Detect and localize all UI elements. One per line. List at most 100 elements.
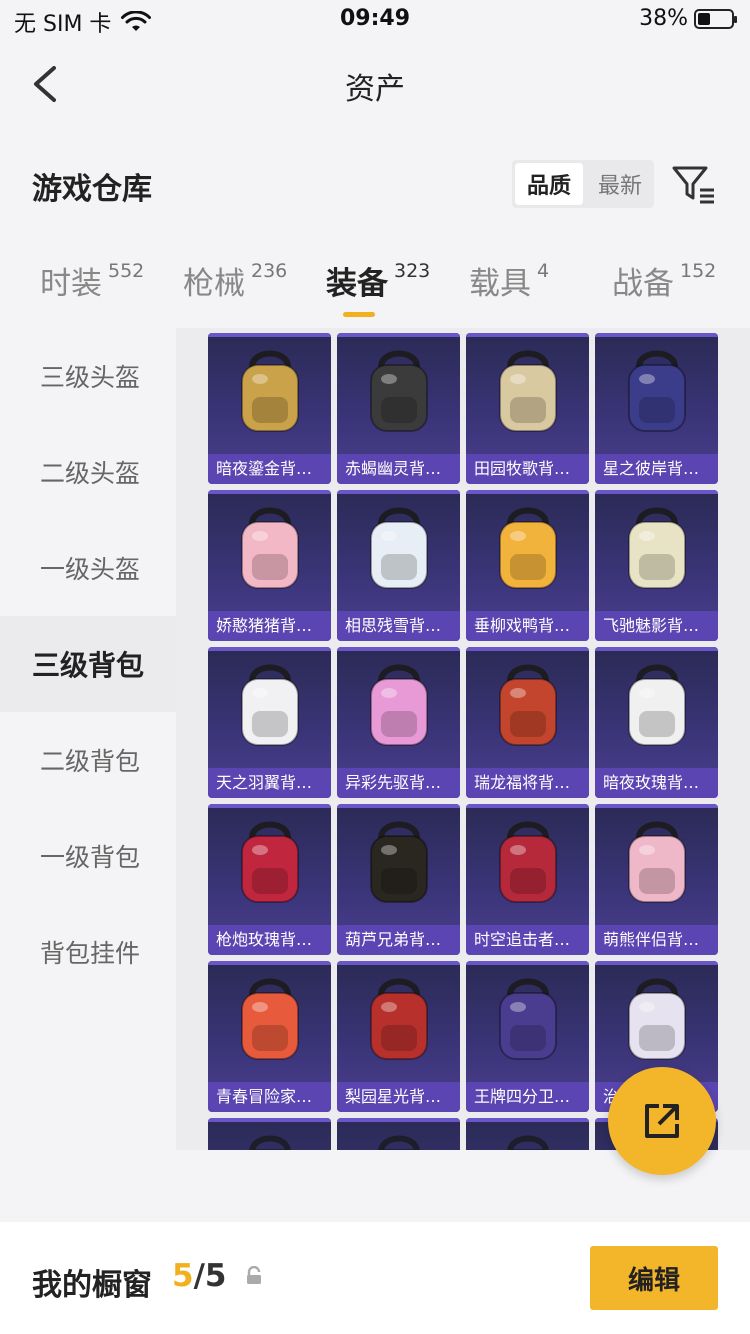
item-image [486,816,570,916]
card-accent [595,333,718,337]
tab-count: 236 [251,260,288,282]
item-image [357,1130,441,1150]
item-name: 瑞龙福将背… [466,768,589,798]
sort-quality-button[interactable]: 品质 [515,163,583,205]
item-name: 时空追击者… [466,925,589,955]
share-button[interactable] [608,1067,716,1175]
status-time: 09:49 [339,6,411,31]
battery-fill [698,12,711,25]
card-accent [595,490,718,494]
backpack-icon [369,821,428,903]
card-accent [466,1118,589,1122]
tab-label: 时装 [40,266,102,302]
item-card[interactable]: 异彩先驱背… [337,647,460,798]
backpack-icon [240,821,299,903]
sidebar-item-backpack-charm[interactable]: 背包挂件 [0,904,176,1000]
tab-vehicles[interactable]: 载具 4 [469,258,549,303]
item-grid-container: 暗夜鎏金背… 赤蝎幽灵背… 田园牧歌背… 星之彼岸背… 娇憨猪猪背… 相思残雪背… 垂柳戏鸭… [176,328,750,1150]
item-card[interactable]: 青春冒险家… [208,961,331,1112]
item-card[interactable]: 赤蝎幽灵背… [337,333,460,484]
item-card[interactable]: 飞驰魅影背… [595,490,718,641]
item-image [357,816,441,916]
item-card[interactable]: 暗夜玫瑰背… [595,647,718,798]
showcase-count: 5/5 [172,1258,226,1294]
sidebar-item-level1-backpack[interactable]: 一级背包 [0,808,176,904]
item-card[interactable] [208,1118,331,1150]
item-card[interactable]: 梨园星光背… [337,961,460,1112]
item-card[interactable]: 娇憨猪猪背… [208,490,331,641]
backpack-icon [240,978,299,1060]
item-card[interactable] [466,1118,589,1150]
item-card[interactable]: 葫芦兄弟背… [337,804,460,955]
item-image [615,345,699,445]
item-image [228,502,312,602]
item-card[interactable]: 瑞龙福将背… [466,647,589,798]
sidebar-item-level3-backpack[interactable]: 三级背包 [0,616,176,712]
item-card[interactable]: 萌熊伴侣背… [595,804,718,955]
tab-label: 枪械 [183,266,245,302]
item-image [615,502,699,602]
item-image [357,502,441,602]
item-card[interactable]: 田园牧歌背… [466,333,589,484]
tab-fashion[interactable]: 时装 552 [40,258,144,303]
status-right: 38% [639,6,737,31]
card-accent [595,961,718,965]
item-card[interactable]: 垂柳戏鸭背… [466,490,589,641]
filter-button[interactable] [670,160,718,208]
edit-button[interactable]: 编辑 [590,1246,718,1310]
item-name: 飞驰魅影背… [595,611,718,641]
sidebar-item-level2-backpack[interactable]: 二级背包 [0,712,176,808]
item-image [486,1130,570,1150]
item-card[interactable]: 暗夜鎏金背… [208,333,331,484]
item-image [228,816,312,916]
item-card[interactable]: 枪炮玫瑰背… [208,804,331,955]
nav-bar: 资产 [0,50,750,120]
sidebar-item-level1-helmet[interactable]: 一级头盔 [0,520,176,616]
card-accent [208,490,331,494]
item-name: 枪炮玫瑰背… [208,925,331,955]
lock-icon [247,1266,261,1284]
showcase-current: 5 [172,1258,194,1294]
tab-firearms[interactable]: 枪械 236 [183,258,287,303]
item-image [486,659,570,759]
item-name: 娇憨猪猪背… [208,611,331,641]
tab-supplies[interactable]: 战备 152 [612,258,716,303]
card-accent [466,490,589,494]
card-accent [337,961,460,965]
item-name: 萌熊伴侣背… [595,925,718,955]
category-tabs: 时装 552 枪械 236 装备 323 载具 4 战备 152 [0,258,750,318]
tab-count: 323 [394,260,431,282]
sort-latest-button[interactable]: 最新 [586,160,654,208]
item-card[interactable]: 天之羽翼背… [208,647,331,798]
item-name: 垂柳戏鸭背… [466,611,589,641]
backpack-icon [240,664,299,746]
item-image [615,973,699,1073]
card-accent [337,804,460,808]
status-bar: 无 SIM 卡 09:49 38% [0,0,750,40]
sidebar-item-level2-helmet[interactable]: 二级头盔 [0,424,176,520]
backpack-icon [498,507,557,589]
sidebar-item-level3-helmet[interactable]: 三级头盔 [0,328,176,424]
backpack-icon [240,507,299,589]
item-card[interactable] [337,1118,460,1150]
card-accent [466,961,589,965]
card-accent [208,804,331,808]
tab-count: 4 [537,260,550,282]
item-image [228,659,312,759]
item-image [228,1130,312,1150]
showcase-label: 我的橱窗 [32,1268,152,1303]
item-image [615,816,699,916]
tab-count: 552 [108,260,145,282]
item-image [228,345,312,445]
item-card[interactable]: 相思残雪背… [337,490,460,641]
backpack-icon [627,507,686,589]
item-card[interactable]: 星之彼岸背… [595,333,718,484]
item-image [486,973,570,1073]
item-card[interactable]: 时空追击者… [466,804,589,955]
warehouse-title: 游戏仓库 [32,172,152,207]
backpack-icon [377,1135,420,1150]
item-card[interactable]: 王牌四分卫… [466,961,589,1112]
battery-icon [694,8,737,29]
filter-icon [672,166,714,204]
tab-equipment[interactable]: 装备 323 [326,258,430,303]
